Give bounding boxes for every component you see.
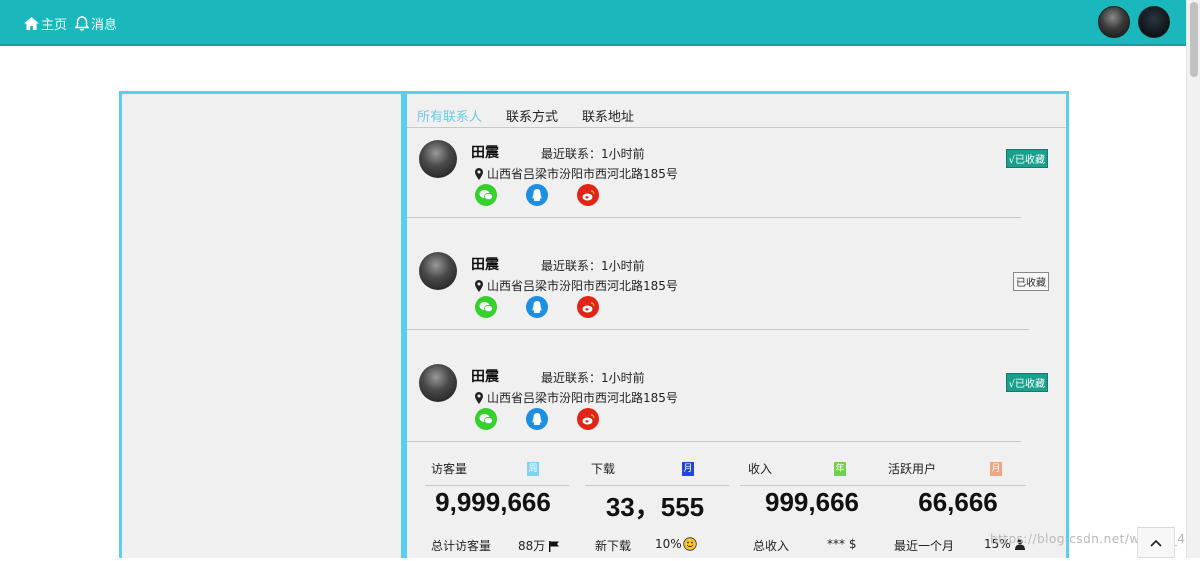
contact-name: 田震 bbox=[471, 257, 499, 273]
weibo-icon bbox=[582, 301, 595, 312]
stat-title: 访客量 bbox=[431, 462, 468, 476]
home-icon bbox=[24, 17, 39, 30]
left-panel bbox=[119, 91, 404, 558]
smile-icon bbox=[682, 537, 697, 551]
messages-nav-link[interactable]: 消息 bbox=[75, 14, 117, 33]
avatar[interactable] bbox=[1098, 6, 1130, 38]
month-badge-icon: 月 bbox=[682, 462, 694, 476]
stat-foot-value: *** $ bbox=[827, 537, 856, 551]
home-nav-link[interactable]: 主页 bbox=[24, 14, 67, 33]
flag-icon bbox=[549, 540, 560, 552]
avatar bbox=[419, 252, 457, 290]
wechat-icon bbox=[479, 302, 493, 313]
weibo-button[interactable] bbox=[577, 296, 599, 318]
wechat-button[interactable] bbox=[475, 408, 497, 430]
stat-downloads: 下载 月 33，555 新下载 10% bbox=[585, 443, 731, 561]
qq-icon bbox=[532, 412, 542, 425]
stat-value: 9,999,666 bbox=[435, 487, 551, 517]
tab-contact-methods[interactable]: 联系方式 bbox=[506, 106, 558, 125]
wechat-button[interactable] bbox=[475, 296, 497, 318]
stat-income: 收入 年 999,666 总收入 *** $ bbox=[740, 443, 886, 561]
weibo-icon bbox=[582, 413, 595, 424]
tab-contact-address[interactable]: 联系地址 bbox=[582, 106, 634, 125]
qq-icon bbox=[532, 188, 542, 201]
favorite-toggle[interactable]: 已收藏 bbox=[1013, 272, 1049, 291]
home-label: 主页 bbox=[41, 18, 68, 33]
chevron-up-icon bbox=[1150, 539, 1162, 547]
month-badge-icon: 月 bbox=[990, 462, 1002, 476]
stat-title: 下载 bbox=[591, 462, 616, 476]
address-text: 山西省吕梁市汾阳市西河北路185号 bbox=[487, 391, 678, 405]
user-avatars bbox=[1090, 6, 1170, 38]
stat-foot-number: 10% bbox=[655, 537, 682, 551]
qq-icon bbox=[532, 300, 542, 313]
contact-address: 山西省吕梁市汾阳市西河北路185号 bbox=[475, 389, 678, 406]
stat-divider bbox=[740, 485, 884, 486]
stat-title: 收入 bbox=[748, 462, 773, 476]
stat-value: 999,666 bbox=[765, 487, 859, 517]
last-contact-time: 最近联系：1小时前 bbox=[541, 147, 645, 161]
back-to-top-button[interactable] bbox=[1137, 527, 1175, 558]
avatar[interactable] bbox=[1138, 6, 1170, 38]
stat-foot-value: 88万 bbox=[518, 537, 560, 554]
bell-icon bbox=[75, 16, 90, 31]
wechat-icon bbox=[479, 414, 493, 425]
avatar bbox=[419, 364, 457, 402]
location-pin-icon bbox=[475, 391, 483, 404]
favorite-toggle[interactable]: √已收藏 bbox=[1005, 149, 1048, 168]
stat-foot-label: 最近一个月 bbox=[894, 539, 955, 553]
stats-row: 访客量 周 9,999,666 总计访客量 88万 下载 月 33，555 新下… bbox=[407, 443, 1066, 561]
qq-button[interactable] bbox=[526, 408, 548, 430]
stat-foot-label: 新下载 bbox=[595, 539, 632, 553]
weibo-button[interactable] bbox=[577, 184, 599, 206]
contact-card: 田震 最近联系：1小时前 山西省吕梁市汾阳市西河北路185号 √已收藏 bbox=[407, 128, 1066, 240]
stat-value: 66,666 bbox=[918, 487, 998, 517]
contact-name: 田震 bbox=[471, 369, 499, 385]
year-badge-icon: 年 bbox=[834, 462, 846, 476]
contacts-panel: 所有联系人 联系方式 联系地址 田震 最近联系：1小时前 山西省吕梁市汾阳市西河… bbox=[404, 91, 1069, 558]
week-badge-icon: 周 bbox=[527, 462, 539, 476]
stat-foot-number: 88万 bbox=[518, 539, 546, 553]
stat-foot-label: 总收入 bbox=[753, 539, 790, 553]
wechat-button[interactable] bbox=[475, 184, 497, 206]
location-pin-icon bbox=[475, 279, 483, 292]
contact-name: 田震 bbox=[471, 145, 499, 161]
qq-button[interactable] bbox=[526, 184, 548, 206]
stat-value: 33，555 bbox=[605, 492, 705, 522]
last-contact-time: 最近联系：1小时前 bbox=[541, 371, 645, 385]
qq-button[interactable] bbox=[526, 296, 548, 318]
stat-foot-value: 10% bbox=[655, 537, 697, 551]
top-navbar: 主页 消息 bbox=[0, 0, 1186, 46]
contact-card: 田震 最近联系：1小时前 山西省吕梁市汾阳市西河北路185号 已收藏 bbox=[407, 240, 1066, 352]
stat-visitors: 访客量 周 9,999,666 总计访客量 88万 bbox=[425, 443, 571, 561]
location-pin-icon bbox=[475, 167, 483, 180]
tab-all-contacts[interactable]: 所有联系人 bbox=[417, 106, 482, 125]
contact-tabs: 所有联系人 联系方式 联系地址 bbox=[417, 106, 658, 125]
stat-title: 活跃用户 bbox=[888, 462, 937, 476]
favorite-toggle[interactable]: √已收藏 bbox=[1005, 373, 1048, 392]
address-text: 山西省吕梁市汾阳市西河北路185号 bbox=[487, 279, 678, 293]
scrollbar-thumb[interactable] bbox=[1190, 2, 1198, 77]
card-divider bbox=[407, 329, 1029, 330]
weibo-icon bbox=[582, 189, 595, 200]
weibo-button[interactable] bbox=[577, 408, 599, 430]
avatar bbox=[419, 140, 457, 178]
contact-address: 山西省吕梁市汾阳市西河北路185号 bbox=[475, 277, 678, 294]
stat-foot-label: 总计访客量 bbox=[431, 539, 492, 553]
vertical-scrollbar[interactable] bbox=[1186, 0, 1200, 558]
contact-address: 山西省吕梁市汾阳市西河北路185号 bbox=[475, 165, 678, 182]
stat-divider bbox=[585, 485, 729, 486]
card-divider bbox=[407, 217, 1021, 218]
card-divider bbox=[407, 441, 1021, 442]
stat-divider bbox=[882, 485, 1026, 486]
top-nav: 主页 消息 bbox=[24, 14, 125, 33]
messages-label: 消息 bbox=[91, 18, 118, 33]
stat-foot-number: *** $ bbox=[827, 537, 857, 551]
wechat-icon bbox=[479, 190, 493, 201]
stat-divider bbox=[425, 485, 569, 486]
address-text: 山西省吕梁市汾阳市西河北路185号 bbox=[487, 167, 678, 181]
last-contact-time: 最近联系：1小时前 bbox=[541, 259, 645, 273]
